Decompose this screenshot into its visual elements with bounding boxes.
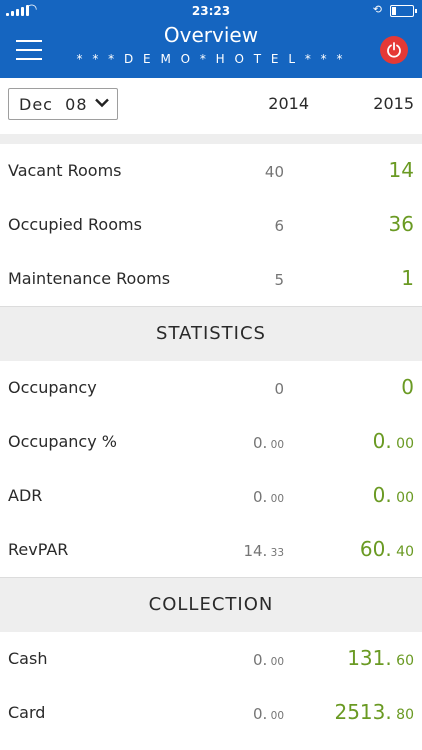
row-label: Occupied Rooms <box>8 215 142 234</box>
value-year2: 131. 60 <box>347 646 414 670</box>
status-bar: ◠ 23:23 ⟲ <box>0 0 422 22</box>
value-year1: 14. 33 <box>243 542 284 560</box>
value-year1: 0 <box>274 380 284 398</box>
value-int: 14. <box>243 542 268 560</box>
hotel-name: * * * D E M O * H O T E L * * * <box>76 52 346 66</box>
date-selected: Dec 08 <box>19 95 88 114</box>
row-cash: Cash 0. 00 131. 60 <box>0 632 422 686</box>
value-int: 60. <box>359 537 392 561</box>
value-year1: 40 <box>264 163 284 181</box>
value-dec: 00 <box>267 656 284 668</box>
chevron-down-icon <box>95 98 109 108</box>
row-label: Vacant Rooms <box>8 161 122 180</box>
value-int: 0 <box>401 375 414 399</box>
value-year1: 0. 00 <box>253 651 284 669</box>
row-label: RevPAR <box>8 540 69 559</box>
value-year2: 36 <box>388 212 414 236</box>
value-int: 0. <box>372 483 392 507</box>
value-year2: 0. 00 <box>373 429 414 453</box>
value-dec: 33 <box>267 547 284 559</box>
power-icon[interactable] <box>380 36 408 64</box>
spacer-band <box>0 134 422 144</box>
value-year1: 0. 00 <box>253 434 284 452</box>
row-maintenance-rooms: Maintenance Rooms 5 1 <box>0 252 422 306</box>
value-int: 0. <box>252 488 268 506</box>
row-occupied-rooms: Occupied Rooms 6 36 <box>0 198 422 252</box>
row-label: Occupancy <box>8 378 97 397</box>
orientation-lock-icon: ⟲ <box>372 3 382 16</box>
value-dec: 80 <box>391 707 414 723</box>
row-label: Maintenance Rooms <box>8 269 171 288</box>
value-year2: 0 <box>401 375 414 399</box>
value-int: 0. <box>372 429 392 453</box>
value-year2: 2513. 80 <box>334 700 414 724</box>
value-year2: 0. 00 <box>373 483 414 507</box>
value-dec: 60 <box>391 653 414 669</box>
value-int: 2513. <box>334 700 392 724</box>
section-header-statistics: STATISTICS <box>0 307 422 361</box>
value-year1: 6 <box>274 217 284 235</box>
row-occupancy-percent: Occupancy % 0. 00 0. 00 <box>0 415 422 469</box>
page-title: Overview <box>163 23 259 47</box>
row-card: Card 0. 00 2513. 80 <box>0 686 422 740</box>
value-dec: 00 <box>267 710 284 722</box>
row-adr: ADR 0. 00 0. 00 <box>0 469 422 523</box>
value-year2: 60. 40 <box>360 537 414 561</box>
row-label: ADR <box>8 486 43 505</box>
section-header-collection: COLLECTION <box>0 578 422 632</box>
value-dec: 00 <box>267 493 284 505</box>
value-int: 0. <box>252 434 268 452</box>
value-int: 0 <box>274 380 284 398</box>
date-row: Dec 08 2014 2015 <box>0 78 422 134</box>
battery-icon <box>390 5 417 17</box>
year-column-1: 2014 <box>268 94 309 113</box>
value-year1: 0. 00 <box>253 705 284 723</box>
row-vacant-rooms: Vacant Rooms 40 14 <box>0 144 422 198</box>
year-column-2: 2015 <box>373 94 414 113</box>
row-label: Cash <box>8 649 48 668</box>
status-time: 23:23 <box>191 4 231 18</box>
value-year1: 5 <box>274 271 284 289</box>
value-dec: 00 <box>267 439 284 451</box>
date-dropdown[interactable]: Dec 08 <box>8 88 118 120</box>
value-year2: 14 <box>388 158 414 182</box>
value-year1: 0. 00 <box>253 488 284 506</box>
value-int: 0. <box>252 651 268 669</box>
row-occupancy: Occupancy 0 0 <box>0 361 422 415</box>
value-year2: 1 <box>401 266 414 290</box>
value-int: 131. <box>347 646 392 670</box>
row-revpar: RevPAR 14. 33 60. 40 <box>0 523 422 577</box>
row-label: Card <box>8 703 46 722</box>
value-dec: 00 <box>391 490 414 506</box>
app-header: ◠ 23:23 ⟲ Overview * * * D E M O * H O T… <box>0 0 422 78</box>
row-label: Occupancy % <box>8 432 117 451</box>
value-dec: 40 <box>391 544 414 560</box>
value-dec: 00 <box>391 436 414 452</box>
value-int: 0. <box>252 705 268 723</box>
